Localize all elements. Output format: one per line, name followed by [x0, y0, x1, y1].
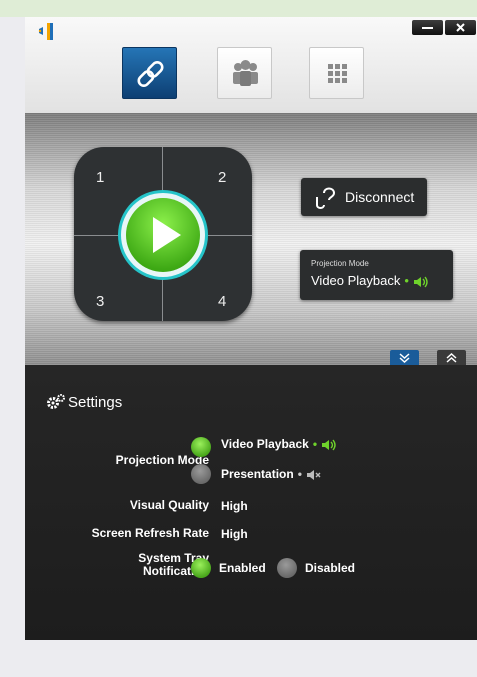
- radio-presentation[interactable]: [191, 464, 211, 484]
- minimize-icon: [422, 27, 433, 29]
- tab-connection[interactable]: [122, 47, 177, 99]
- quadrant-pad: 1 2 3 4: [74, 147, 252, 321]
- visual-quality-label: Visual Quality: [129, 498, 209, 512]
- radio-tray-disabled[interactable]: [277, 558, 297, 578]
- disconnect-link-icon: [316, 187, 336, 209]
- quadrant-1[interactable]: 1: [96, 169, 104, 186]
- tab-users[interactable]: [217, 47, 272, 99]
- speaker-muted-icon: [306, 469, 321, 480]
- screen-refresh-rate-value[interactable]: High: [221, 527, 248, 541]
- presentation-label: Presentation: [221, 467, 294, 481]
- quadrant-4[interactable]: 4: [218, 293, 226, 310]
- visual-quality-value[interactable]: High: [221, 499, 248, 513]
- projection-mode-indicator[interactable]: Projection Mode Video Playback •: [300, 250, 453, 300]
- close-button[interactable]: [445, 20, 476, 35]
- play-icon: [153, 217, 181, 253]
- header-bar: [25, 17, 477, 114]
- screen-refresh-rate-label: Screen Refresh Rate: [91, 526, 209, 540]
- option-video-playback[interactable]: Video Playback •: [221, 437, 337, 451]
- projection-mode-value-row: Video Playback •: [311, 273, 429, 288]
- close-icon: [456, 23, 465, 32]
- disconnect-label: Disconnect: [345, 189, 415, 205]
- projection-mode-caption: Projection Mode: [311, 259, 369, 268]
- radio-tray-enabled[interactable]: [191, 558, 211, 578]
- speaker-on-icon: [322, 439, 336, 451]
- projector-app-logo-icon: [38, 23, 53, 40]
- collapse-up-button[interactable]: [437, 350, 466, 365]
- group-users-icon: [233, 60, 258, 86]
- play-button[interactable]: [121, 193, 205, 277]
- option-presentation[interactable]: Presentation •: [221, 467, 322, 481]
- quadrant-3[interactable]: 3: [96, 293, 104, 310]
- projection-mode-value: Video Playback: [311, 273, 401, 288]
- collapse-down-button[interactable]: [390, 350, 419, 365]
- tray-disabled-label[interactable]: Disabled: [305, 561, 355, 575]
- app-window: 1 2 3 4 Disconnect Projection Mode Video…: [25, 17, 477, 640]
- minimize-button[interactable]: [412, 20, 443, 35]
- disconnect-button[interactable]: Disconnect: [301, 178, 427, 216]
- settings-title: Settings: [68, 394, 123, 411]
- chevron-double-up-icon: [446, 352, 457, 363]
- gears-icon: [47, 394, 65, 409]
- grid-icon: [328, 64, 347, 83]
- radio-video-playback[interactable]: [191, 437, 211, 457]
- control-panel: 1 2 3 4 Disconnect Projection Mode Video…: [25, 113, 477, 365]
- settings-panel: Settings Projection Mode Video Playback •…: [25, 365, 477, 640]
- chevron-double-down-icon: [399, 353, 410, 364]
- video-playback-label: Video Playback: [221, 437, 309, 451]
- tab-apps[interactable]: [309, 47, 364, 99]
- speaker-on-icon: [413, 276, 428, 287]
- top-strip: [0, 0, 477, 17]
- tray-enabled-label[interactable]: Enabled: [219, 561, 266, 575]
- link-icon: [137, 60, 164, 88]
- quadrant-2[interactable]: 2: [218, 169, 226, 186]
